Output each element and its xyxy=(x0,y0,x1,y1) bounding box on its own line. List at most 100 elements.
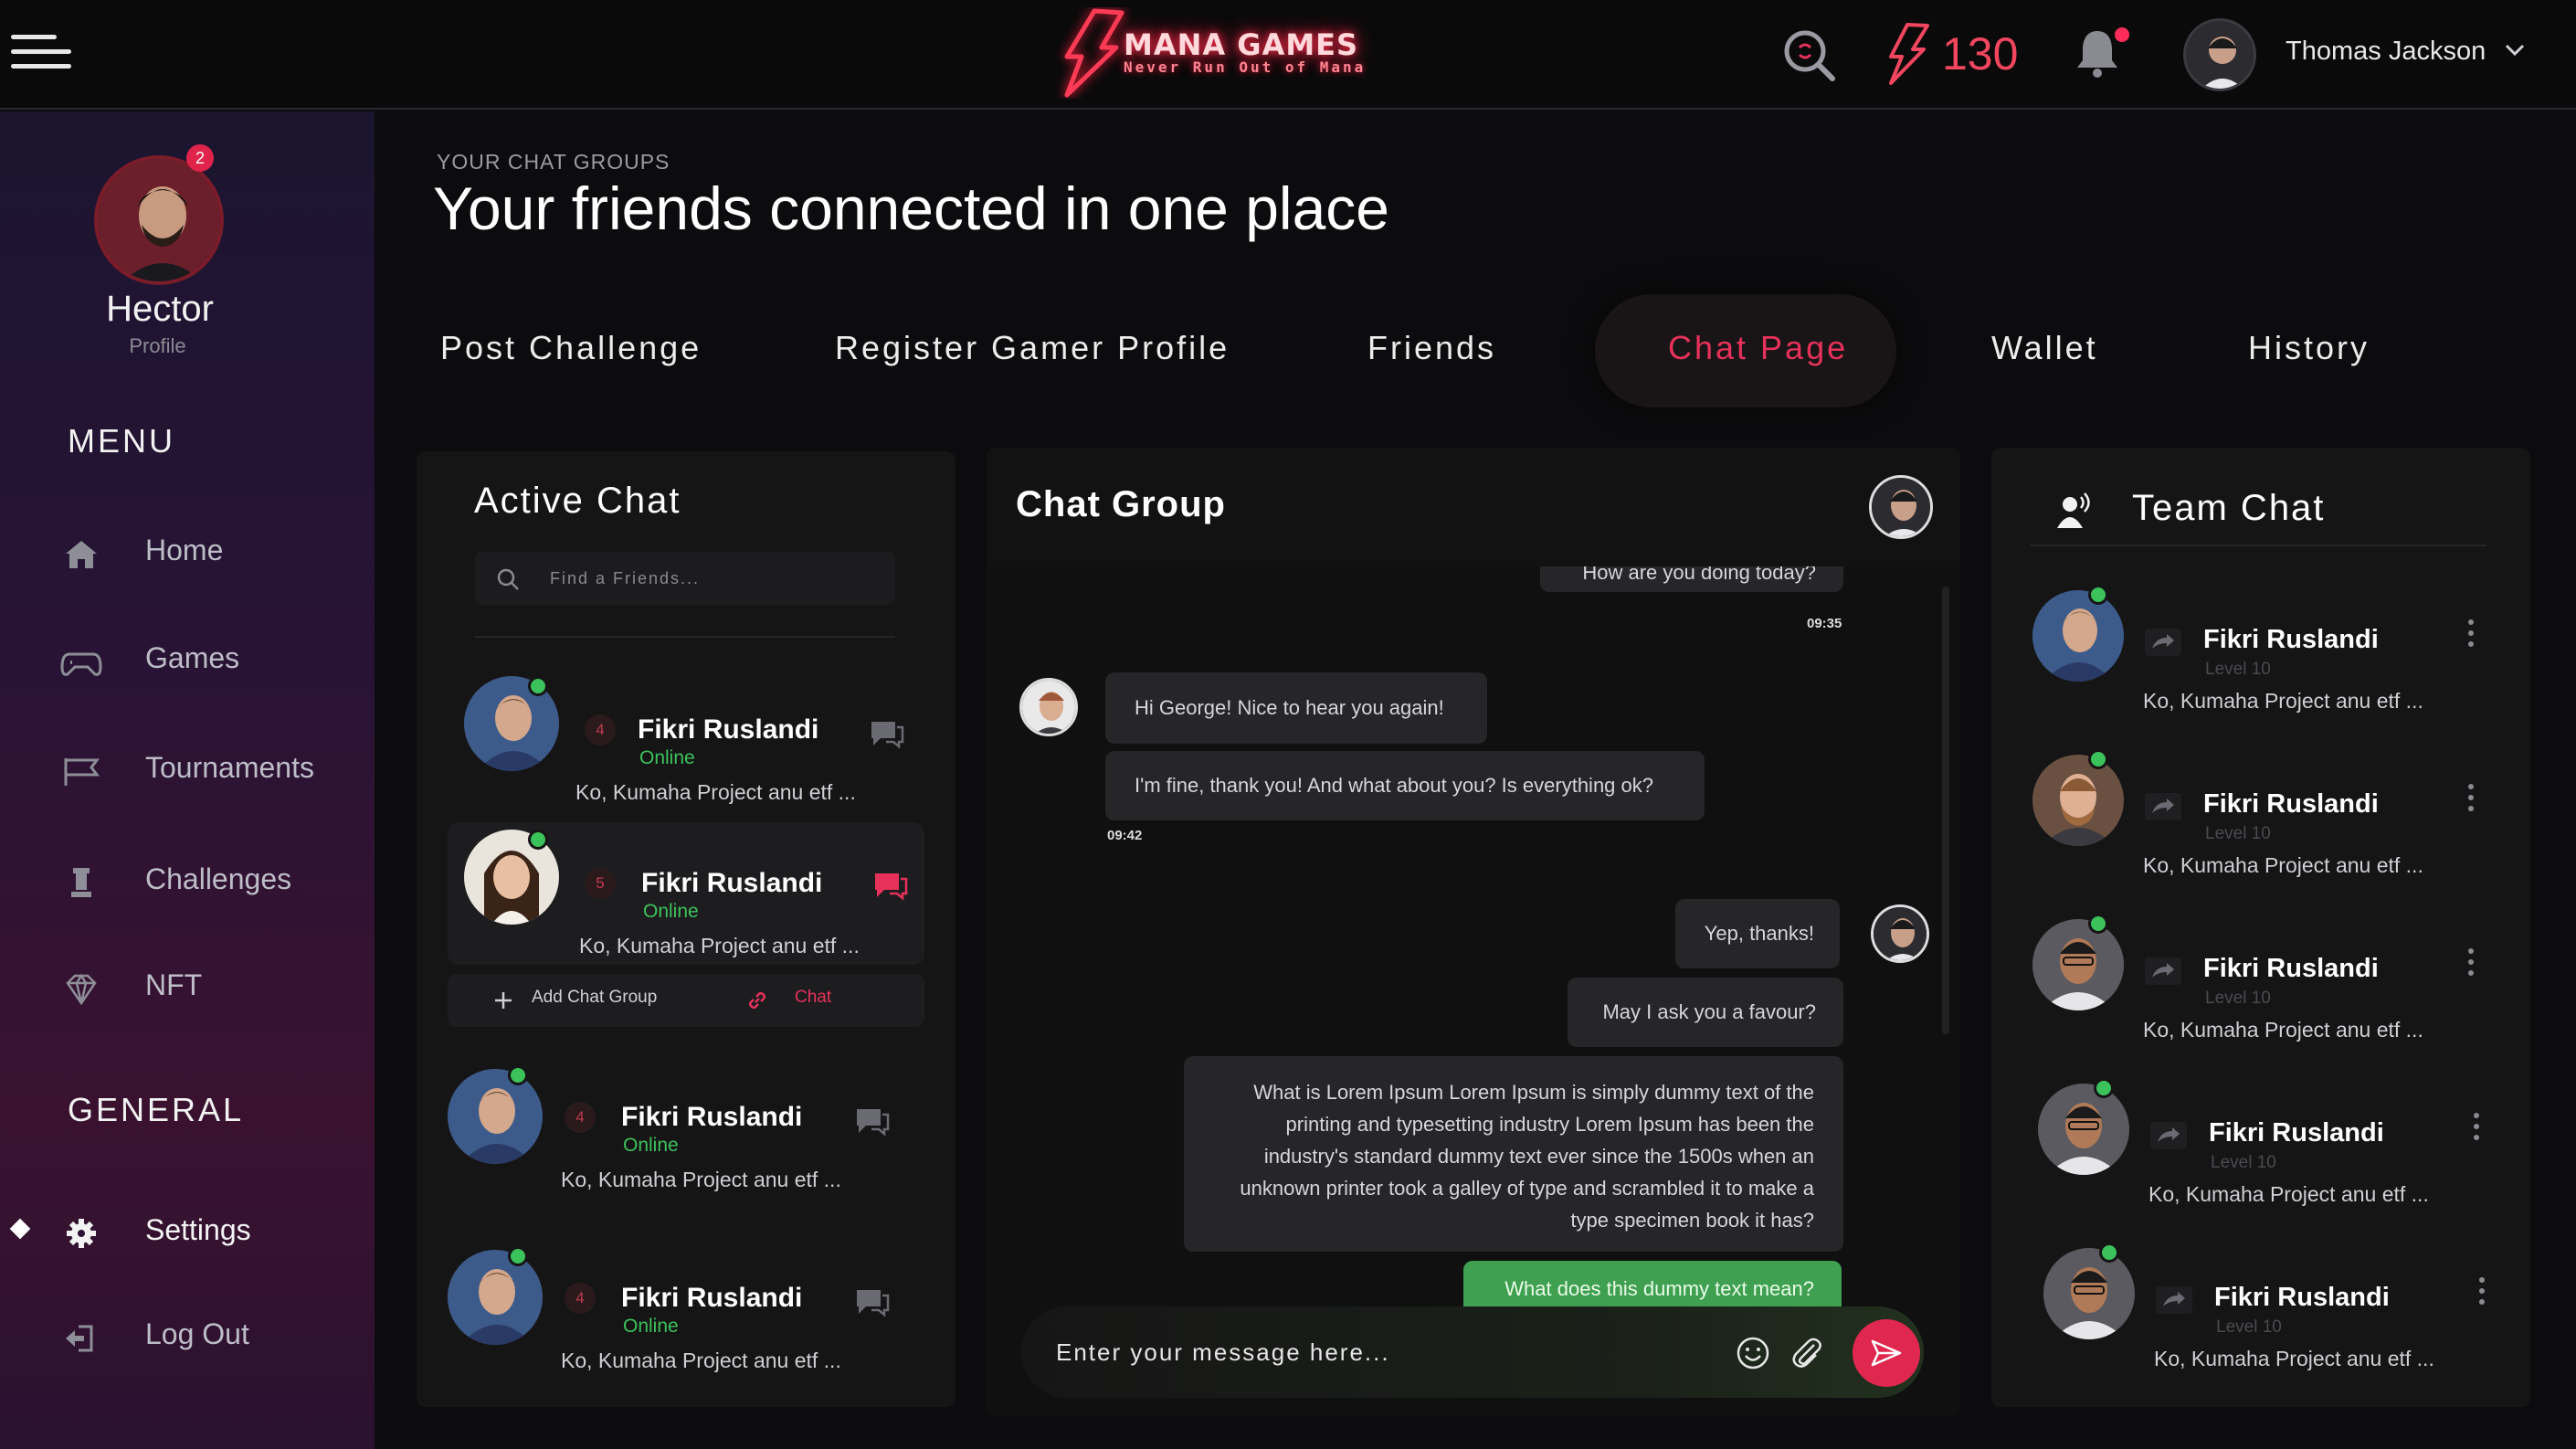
tab-wallet[interactable]: Wallet xyxy=(1991,329,2098,367)
trophy-icon xyxy=(71,868,91,897)
share-icon[interactable] xyxy=(2150,1122,2187,1149)
chat-bubble-icon[interactable] xyxy=(853,1286,890,1317)
sidebar-item-games[interactable]: Games xyxy=(60,629,353,693)
online-indicator xyxy=(2088,749,2108,769)
search-icon[interactable] xyxy=(1779,26,1838,84)
chevron-down-icon[interactable] xyxy=(2505,44,2525,57)
plus-icon xyxy=(495,992,512,1009)
friend-avatar xyxy=(448,1250,543,1345)
share-icon[interactable] xyxy=(2145,629,2181,656)
member-level: Level 10 xyxy=(2205,989,2271,1008)
chat-scrollbar[interactable] xyxy=(1942,587,1949,1034)
gear-icon xyxy=(67,1219,96,1248)
friend-message-preview: Ko, Kumaha Project anu etf ... xyxy=(561,1349,841,1372)
friend-list-item[interactable]: 4 Fikri Ruslandi Online Ko, Kumaha Proje… xyxy=(446,1060,921,1215)
bolt-logo-icon xyxy=(1064,8,1124,98)
friend-message-preview: Ko, Kumaha Project anu etf ... xyxy=(575,780,856,804)
team-member-item[interactable]: Fikri Ruslandi Level 10 Ko, Kumaha Proje… xyxy=(2033,1078,2508,1233)
member-avatar xyxy=(2032,919,2124,1010)
chat-message: What is Lorem Ipsum Lorem Ipsum is simpl… xyxy=(1184,1056,1843,1252)
chat-group-avatar[interactable] xyxy=(1869,475,1933,539)
friend-search[interactable] xyxy=(475,552,895,605)
sidebar-item-label: Home xyxy=(145,534,224,566)
sidebar-item-nft[interactable]: NFT xyxy=(60,956,353,1020)
more-options-icon[interactable] xyxy=(2474,1113,2481,1146)
member-avatar xyxy=(2038,1084,2129,1175)
attachment-icon[interactable] xyxy=(1789,1334,1825,1370)
more-options-icon[interactable] xyxy=(2468,619,2476,652)
message-timestamp: 09:42 xyxy=(1107,828,1143,843)
friend-list-item[interactable]: 5 Fikri Ruslandi Online Ko, Kumaha Proje… xyxy=(460,820,917,976)
online-indicator xyxy=(528,830,548,850)
general-heading: GENERAL xyxy=(68,1091,245,1128)
member-name: Fikri Ruslandi xyxy=(2214,1283,2390,1312)
chat-bubble-icon[interactable] xyxy=(871,870,908,901)
profile-avatar[interactable] xyxy=(94,155,224,285)
sidebar-item-challenges[interactable]: Challenges xyxy=(60,850,353,914)
chat-actions-bar: Add Chat Group Chat xyxy=(448,974,924,1027)
chat-message: Yep, thanks! xyxy=(1675,899,1840,968)
send-button[interactable] xyxy=(1853,1319,1920,1387)
team-member-item[interactable]: Fikri Ruslandi Level 10 Ko, Kumaha Proje… xyxy=(2028,914,2503,1069)
share-icon[interactable] xyxy=(2145,793,2181,820)
member-message-preview: Ko, Kumaha Project anu etf ... xyxy=(2154,1347,2434,1370)
member-message-preview: Ko, Kumaha Project anu etf ... xyxy=(2143,1018,2423,1042)
sidebar-item-home[interactable]: Home xyxy=(60,521,353,585)
profile-role: Profile xyxy=(129,334,186,357)
home-icon xyxy=(66,541,97,568)
tab-post-challenge[interactable]: Post Challenge xyxy=(440,329,702,367)
user-avatar[interactable] xyxy=(2183,18,2256,91)
online-indicator xyxy=(528,676,548,696)
team-member-item[interactable]: Fikri Ruslandi Level 10 Ko, Kumaha Proje… xyxy=(2039,1243,2514,1398)
sidebar-item-logout[interactable]: Log Out xyxy=(60,1305,353,1369)
sidebar-item-settings[interactable]: Settings xyxy=(60,1200,353,1264)
member-name: Fikri Ruslandi xyxy=(2203,954,2379,983)
tab-register-gamer-profile[interactable]: Register Gamer Profile xyxy=(835,329,1230,367)
chat-message: I'm fine, thank you! And what about you?… xyxy=(1105,751,1705,820)
message-composer[interactable] xyxy=(1021,1306,1924,1398)
diamond-icon xyxy=(66,973,97,1006)
member-name: Fikri Ruslandi xyxy=(2203,789,2379,819)
friend-list-item[interactable]: 4 Fikri Ruslandi Online Ko, Kumaha Proje… xyxy=(457,667,913,822)
member-name: Fikri Ruslandi xyxy=(2209,1118,2384,1148)
profile-name[interactable]: Hector xyxy=(0,289,320,330)
menu-icon[interactable] xyxy=(11,35,71,71)
friend-list-item[interactable]: 4 Fikri Ruslandi Online Ko, Kumaha Proje… xyxy=(446,1241,921,1396)
more-options-icon[interactable] xyxy=(2468,948,2476,981)
brand-tagline: Never Run Out of Mana xyxy=(1124,58,1367,76)
active-chat-title: Active Chat xyxy=(474,481,681,521)
emoji-icon[interactable] xyxy=(1736,1336,1770,1370)
sidebar-item-label: Settings xyxy=(145,1213,251,1246)
user-name[interactable]: Thomas Jackson xyxy=(2286,37,2486,67)
online-indicator xyxy=(508,1065,528,1085)
unread-count: 5 xyxy=(585,868,616,899)
chat-bubble-icon[interactable] xyxy=(853,1105,890,1137)
share-icon[interactable] xyxy=(2156,1286,2192,1314)
sidebar-item-label: Challenges xyxy=(145,862,292,895)
friend-search-input[interactable] xyxy=(550,559,879,598)
tab-friends[interactable]: Friends xyxy=(1367,329,1496,367)
sidebar: 2 Hector Profile MENU Home Games Tournam… xyxy=(0,111,375,1449)
tab-chat-page[interactable]: Chat Page xyxy=(1668,329,1848,367)
member-level: Level 10 xyxy=(2211,1153,2276,1172)
sidebar-item-tournaments[interactable]: Tournaments xyxy=(60,738,353,802)
brand-logo[interactable]: MANA GAMES Never Run Out of Mana xyxy=(1050,7,1388,99)
more-options-icon[interactable] xyxy=(2468,784,2476,817)
page-eyebrow: YOUR CHAT GROUPS xyxy=(437,150,670,174)
chat-group-title: Chat Group xyxy=(1016,484,1226,524)
search-icon xyxy=(497,568,519,590)
share-icon[interactable] xyxy=(2145,957,2181,985)
chat-button[interactable]: Chat xyxy=(795,988,831,1008)
chat-bubble-icon[interactable] xyxy=(868,718,904,749)
tab-history[interactable]: History xyxy=(2248,329,2370,367)
team-member-item[interactable]: Fikri Ruslandi Level 10 Ko, Kumaha Proje… xyxy=(2028,749,2503,904)
message-input[interactable] xyxy=(1056,1330,1714,1374)
chat-message: Hi George! Nice to hear you again! xyxy=(1105,672,1487,744)
add-chat-group-button[interactable]: Add Chat Group xyxy=(532,988,657,1008)
gamepad-icon xyxy=(60,652,102,676)
team-member-item[interactable]: Fikri Ruslandi Level 10 Ko, Kumaha Proje… xyxy=(2028,585,2503,740)
online-indicator xyxy=(2094,1078,2114,1098)
link-icon xyxy=(748,991,766,1010)
bolt-icon xyxy=(1889,23,1929,85)
more-options-icon[interactable] xyxy=(2479,1277,2486,1310)
